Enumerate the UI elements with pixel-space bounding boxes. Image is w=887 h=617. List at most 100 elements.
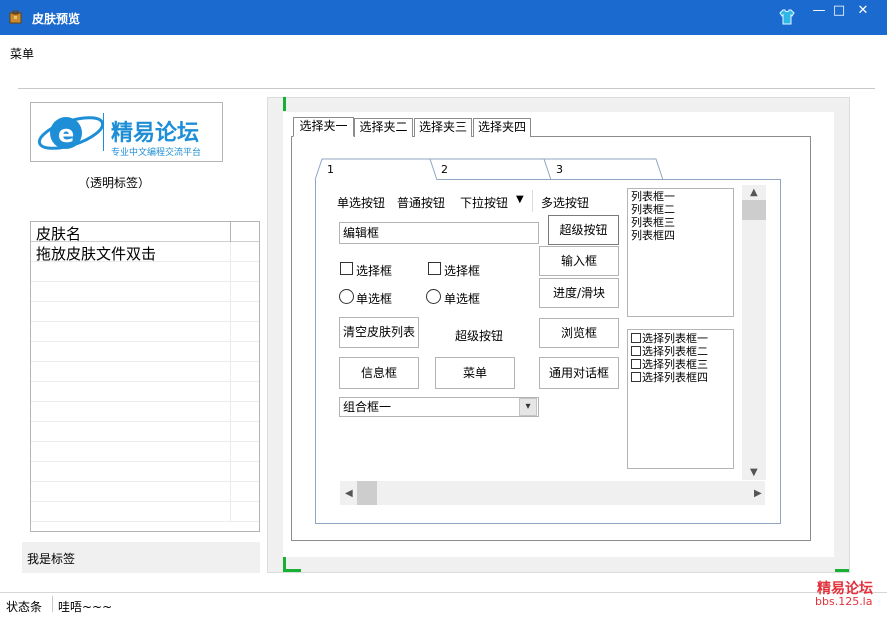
- super-button[interactable]: 超级按钮: [548, 215, 619, 245]
- dropdown-button[interactable]: 下拉按钮: [460, 194, 508, 211]
- radio-1[interactable]: [339, 289, 354, 304]
- checkbox[interactable]: [631, 346, 641, 356]
- inner-tab-strip: [314, 158, 666, 181]
- skin-shirt-icon[interactable]: [778, 8, 796, 26]
- dropdown-arrow-icon[interactable]: ▼: [516, 194, 524, 205]
- table-row[interactable]: 拖放皮肤文件双击: [31, 242, 259, 263]
- scroll-left-icon[interactable]: ◀: [345, 488, 353, 499]
- scroll-down-icon[interactable]: ▼: [750, 467, 758, 478]
- tab-outer-4[interactable]: 选择夹四: [473, 118, 531, 137]
- scroll-up-icon[interactable]: ▲: [750, 187, 758, 198]
- resize-handle-bottom-right[interactable]: [835, 569, 849, 572]
- radio-2[interactable]: [426, 289, 441, 304]
- check-list-box[interactable]: 选择列表框一 选择列表框二 选择列表框三 选择列表框四: [627, 329, 734, 469]
- menu-divider: [18, 88, 875, 89]
- vertical-scroll-thumb[interactable]: [742, 200, 766, 220]
- table-row[interactable]: [31, 402, 259, 422]
- resize-handle-top-left[interactable]: [283, 97, 286, 111]
- menu-button[interactable]: 菜单: [435, 357, 515, 389]
- table-row[interactable]: [31, 282, 259, 302]
- close-button[interactable]: ✕: [853, 3, 873, 19]
- common-dialog-button[interactable]: 通用对话框: [539, 357, 619, 389]
- radio-1-label[interactable]: 单选框: [356, 290, 392, 307]
- list-item[interactable]: 选择列表框一: [631, 333, 708, 345]
- tab-inner-2[interactable]: 2: [441, 163, 448, 176]
- combo-value: 组合框一: [343, 400, 392, 414]
- column-header-skin-name[interactable]: 皮肤名: [36, 223, 81, 244]
- menu-item[interactable]: 菜单: [10, 45, 34, 62]
- progress-slider-button[interactable]: 进度/滑块: [539, 278, 619, 308]
- tab-outer-2[interactable]: 选择夹二: [354, 118, 413, 137]
- horizontal-scrollbar[interactable]: [340, 481, 765, 505]
- tab-outer-3[interactable]: 选择夹三: [414, 118, 472, 137]
- toolbar-separator: [532, 190, 533, 212]
- checkbox-1[interactable]: [340, 262, 353, 275]
- status-bar: [0, 592, 887, 617]
- resize-handle-bottom-left-h[interactable]: [283, 569, 301, 572]
- list-item[interactable]: 选择列表框四: [631, 372, 708, 384]
- menu-bar: [0, 35, 887, 89]
- table-row[interactable]: [31, 442, 259, 462]
- checkbox[interactable]: [631, 333, 641, 343]
- info-box-button[interactable]: 信息框: [339, 357, 419, 389]
- input-box-button[interactable]: 输入框: [539, 246, 619, 276]
- skin-list-table[interactable]: 皮肤名 拖放皮肤文件双击: [30, 221, 260, 532]
- table-row[interactable]: [31, 482, 259, 502]
- table-row[interactable]: [31, 322, 259, 342]
- checkbox-1-label[interactable]: 选择框: [356, 262, 392, 279]
- table-row[interactable]: [31, 262, 259, 282]
- table-row[interactable]: [31, 462, 259, 482]
- normal-button[interactable]: 普通按钮: [397, 194, 445, 211]
- checkbox[interactable]: [631, 372, 641, 382]
- edit-box[interactable]: 编辑框: [339, 222, 539, 244]
- list-item[interactable]: 选择列表框三: [631, 359, 708, 371]
- table-row[interactable]: [31, 362, 259, 382]
- logo-name: 精易论坛: [111, 121, 200, 146]
- radio-2-label[interactable]: 单选框: [444, 290, 480, 307]
- minimize-button[interactable]: —: [809, 3, 829, 19]
- table-cell: 拖放皮肤文件双击: [36, 245, 157, 263]
- list-item[interactable]: 列表框三: [631, 217, 675, 229]
- transparent-label: （透明标签）: [78, 176, 151, 190]
- tab-inner-3[interactable]: 3: [556, 163, 563, 176]
- tag-label: 我是标签: [27, 552, 76, 566]
- table-header: 皮肤名: [31, 222, 259, 244]
- chevron-down-icon[interactable]: ▾: [519, 398, 537, 416]
- radio-button-label[interactable]: 单选按钮: [337, 194, 385, 211]
- combo-box[interactable]: 组合框一: [339, 397, 539, 417]
- table-row[interactable]: [31, 302, 259, 322]
- column-separator: [230, 222, 231, 242]
- table-row[interactable]: [31, 422, 259, 442]
- list-item[interactable]: 列表框二: [631, 204, 675, 216]
- watermark-url: bbs.125.la: [815, 595, 873, 608]
- browse-box-button[interactable]: 浏览框: [539, 318, 619, 348]
- super-button-flat[interactable]: 超级按钮: [455, 327, 503, 344]
- list-item[interactable]: 列表框四: [631, 230, 675, 242]
- status-label: 状态条: [6, 600, 43, 614]
- tab-outer-1[interactable]: 选择夹一: [293, 117, 354, 137]
- title-bar[interactable]: [0, 0, 887, 35]
- logo-picture: e 精易论坛 专业中文编程交流平台: [30, 102, 223, 162]
- logo-tagline: 专业中文编程交流平台: [111, 148, 202, 158]
- scroll-right-icon[interactable]: ▶: [754, 488, 762, 499]
- table-row[interactable]: [31, 382, 259, 402]
- horizontal-scroll-thumb[interactable]: [357, 481, 377, 505]
- checkbox-2[interactable]: [428, 262, 441, 275]
- maximize-button[interactable]: □: [829, 3, 849, 19]
- clear-skin-list-button[interactable]: 清空皮肤列表: [339, 317, 419, 348]
- multi-select-button[interactable]: 多选按钮: [541, 194, 589, 211]
- tab-inner-1[interactable]: 1: [327, 163, 334, 176]
- list-box[interactable]: 列表框一 列表框二 列表框三 列表框四: [627, 188, 734, 317]
- checkbox-2-label[interactable]: 选择框: [444, 262, 480, 279]
- list-item[interactable]: 列表框一: [631, 191, 675, 203]
- table-row[interactable]: [31, 502, 259, 522]
- list-item[interactable]: 选择列表框二: [631, 346, 708, 358]
- status-separator: [52, 596, 53, 612]
- app-icon: [9, 10, 22, 24]
- svg-text:e: e: [58, 120, 74, 148]
- window-title: 皮肤预览: [32, 12, 81, 26]
- status-text: 哇唔~~~: [58, 600, 113, 614]
- vertical-scrollbar[interactable]: [742, 185, 766, 480]
- table-row[interactable]: [31, 342, 259, 362]
- checkbox[interactable]: [631, 359, 641, 369]
